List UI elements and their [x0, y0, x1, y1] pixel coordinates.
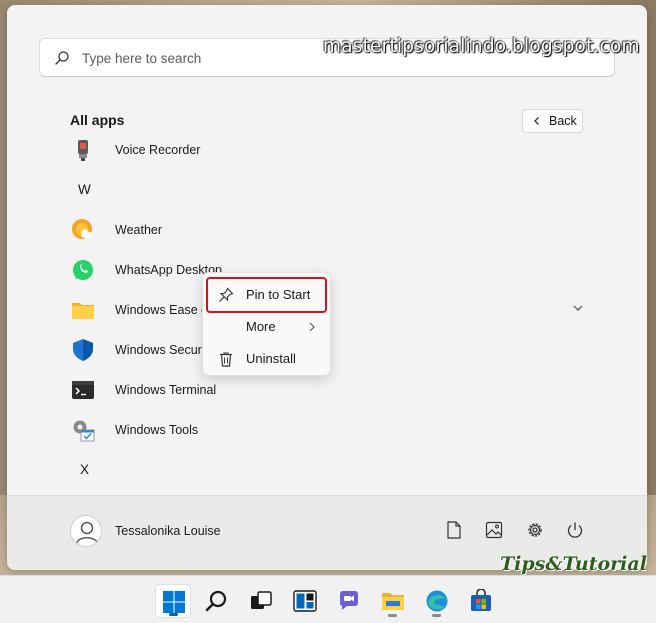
tools-icon [73, 420, 95, 442]
menu-item-label: More [246, 319, 276, 334]
chevron-down-icon[interactable] [572, 303, 584, 313]
back-label: Back [549, 114, 577, 128]
start-button[interactable] [155, 584, 191, 618]
letter-header-x[interactable]: X [80, 462, 89, 477]
edge-icon [426, 590, 448, 612]
active-indicator [169, 613, 178, 616]
app-item-windows-tools[interactable]: Windows Tools [64, 412, 584, 448]
document-icon[interactable] [444, 520, 464, 540]
app-label: Windows Security [115, 343, 215, 357]
search-icon [55, 51, 69, 65]
app-item-windows-terminal[interactable]: Windows Terminal [64, 372, 584, 408]
store-icon [471, 589, 491, 611]
teams-chat-icon [339, 591, 358, 610]
app-label: Weather [115, 223, 163, 237]
pin-to-start-menu-item[interactable]: Pin to Start [206, 277, 327, 313]
shield-icon [73, 339, 93, 361]
watermark-blog-url: mastertipsorialindo.blogspot.com [323, 36, 640, 57]
widgets-button[interactable] [287, 584, 323, 618]
running-indicator [432, 614, 441, 617]
whatsapp-icon [73, 260, 93, 280]
windows-start-icon [163, 591, 185, 613]
more-menu-item[interactable]: More [208, 311, 325, 343]
folder-icon [72, 303, 94, 319]
app-item-voice-recorder[interactable]: Voice Recorder [64, 132, 584, 168]
task-view-button[interactable] [243, 584, 279, 618]
taskbar-search-button[interactable] [199, 584, 235, 618]
edge-button[interactable] [419, 584, 455, 618]
taskbar [0, 575, 656, 623]
terminal-icon [72, 381, 94, 399]
user-name[interactable]: Tessalonika Louise [115, 524, 221, 538]
app-label: Windows Terminal [115, 383, 217, 397]
letter-header-w[interactable]: W [78, 182, 91, 197]
settings-icon[interactable] [525, 520, 545, 540]
widgets-icon [293, 590, 317, 612]
running-indicator [388, 614, 397, 617]
back-button[interactable]: Back [522, 109, 583, 133]
task-view-icon [251, 591, 272, 609]
file-explorer-icon [382, 593, 404, 610]
chat-button[interactable] [331, 584, 367, 618]
app-item-weather[interactable]: Weather [64, 212, 584, 248]
store-button[interactable] [463, 584, 499, 618]
chevron-right-icon [309, 322, 315, 332]
chevron-left-icon [534, 117, 539, 125]
user-icon [76, 521, 98, 544]
file-explorer-button[interactable] [375, 584, 411, 618]
pin-icon [219, 287, 234, 302]
voice-recorder-icon [78, 140, 88, 161]
search-icon [205, 590, 227, 612]
power-icon[interactable] [565, 520, 585, 540]
app-label: Windows Tools [115, 423, 199, 437]
context-menu: Pin to Start More Uninstall [202, 272, 331, 376]
avatar[interactable] [70, 515, 102, 547]
menu-item-label: Pin to Start [246, 287, 311, 302]
watermark-tips-tutorial: Tips&Tutorial [500, 553, 647, 575]
menu-item-label: Uninstall [246, 351, 296, 366]
app-label: Voice Recorder [115, 143, 201, 157]
pictures-icon[interactable] [484, 520, 504, 540]
weather-icon [72, 219, 93, 239]
all-apps-title: All apps [70, 112, 125, 128]
uninstall-menu-item[interactable]: Uninstall [208, 343, 325, 375]
start-menu: All apps Back Voice Recorder W Weather [7, 5, 647, 570]
trash-icon [220, 352, 232, 367]
